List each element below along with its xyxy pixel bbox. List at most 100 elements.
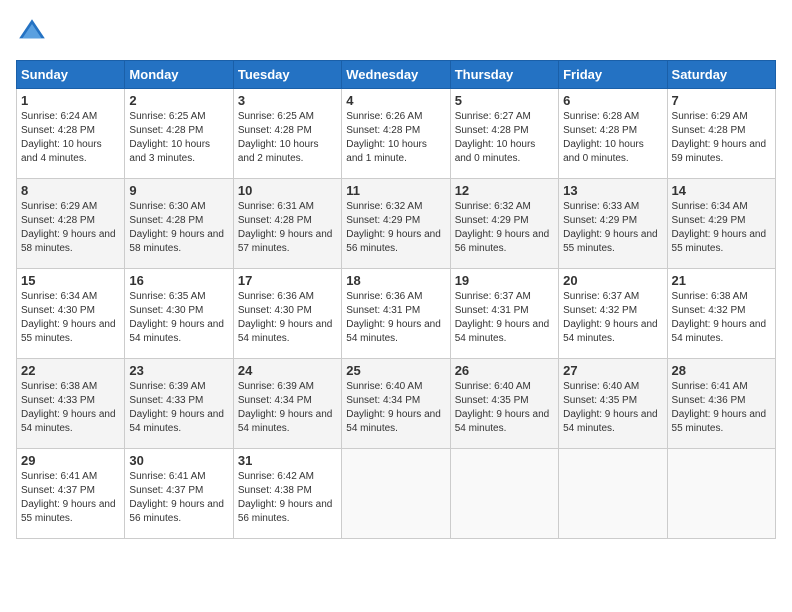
calendar-cell: 8 Sunrise: 6:29 AMSunset: 4:28 PMDayligh… — [17, 179, 125, 269]
calendar-cell: 15 Sunrise: 6:34 AMSunset: 4:30 PMDaylig… — [17, 269, 125, 359]
calendar-week-row: 8 Sunrise: 6:29 AMSunset: 4:28 PMDayligh… — [17, 179, 776, 269]
day-number: 15 — [21, 273, 120, 288]
cell-info: Sunrise: 6:39 AMSunset: 4:34 PMDaylight:… — [238, 381, 333, 434]
cell-info: Sunrise: 6:36 AMSunset: 4:31 PMDaylight:… — [346, 291, 441, 344]
day-number: 22 — [21, 363, 120, 378]
day-number: 16 — [129, 273, 228, 288]
day-number: 29 — [21, 453, 120, 468]
calendar-cell: 29 Sunrise: 6:41 AMSunset: 4:37 PMDaylig… — [17, 449, 125, 539]
calendar-header-tuesday: Tuesday — [233, 61, 341, 89]
calendar-cell: 2 Sunrise: 6:25 AMSunset: 4:28 PMDayligh… — [125, 89, 233, 179]
calendar-cell: 19 Sunrise: 6:37 AMSunset: 4:31 PMDaylig… — [450, 269, 558, 359]
cell-info: Sunrise: 6:40 AMSunset: 4:35 PMDaylight:… — [563, 381, 658, 434]
calendar-week-row: 22 Sunrise: 6:38 AMSunset: 4:33 PMDaylig… — [17, 359, 776, 449]
calendar-cell: 20 Sunrise: 6:37 AMSunset: 4:32 PMDaylig… — [559, 269, 667, 359]
calendar-header-friday: Friday — [559, 61, 667, 89]
cell-info: Sunrise: 6:25 AMSunset: 4:28 PMDaylight:… — [129, 111, 210, 164]
calendar-cell: 17 Sunrise: 6:36 AMSunset: 4:30 PMDaylig… — [233, 269, 341, 359]
calendar-week-row: 15 Sunrise: 6:34 AMSunset: 4:30 PMDaylig… — [17, 269, 776, 359]
cell-info: Sunrise: 6:26 AMSunset: 4:28 PMDaylight:… — [346, 111, 427, 164]
cell-info: Sunrise: 6:40 AMSunset: 4:35 PMDaylight:… — [455, 381, 550, 434]
day-number: 23 — [129, 363, 228, 378]
calendar-cell: 3 Sunrise: 6:25 AMSunset: 4:28 PMDayligh… — [233, 89, 341, 179]
day-number: 24 — [238, 363, 337, 378]
calendar-cell — [559, 449, 667, 539]
day-number: 2 — [129, 93, 228, 108]
day-number: 4 — [346, 93, 445, 108]
calendar-cell: 21 Sunrise: 6:38 AMSunset: 4:32 PMDaylig… — [667, 269, 775, 359]
cell-info: Sunrise: 6:36 AMSunset: 4:30 PMDaylight:… — [238, 291, 333, 344]
cell-info: Sunrise: 6:41 AMSunset: 4:37 PMDaylight:… — [21, 471, 116, 524]
cell-info: Sunrise: 6:24 AMSunset: 4:28 PMDaylight:… — [21, 111, 102, 164]
cell-info: Sunrise: 6:28 AMSunset: 4:28 PMDaylight:… — [563, 111, 644, 164]
calendar-header-row: SundayMondayTuesdayWednesdayThursdayFrid… — [17, 61, 776, 89]
cell-info: Sunrise: 6:35 AMSunset: 4:30 PMDaylight:… — [129, 291, 224, 344]
calendar-header-saturday: Saturday — [667, 61, 775, 89]
cell-info: Sunrise: 6:30 AMSunset: 4:28 PMDaylight:… — [129, 201, 224, 254]
calendar-cell: 24 Sunrise: 6:39 AMSunset: 4:34 PMDaylig… — [233, 359, 341, 449]
cell-info: Sunrise: 6:37 AMSunset: 4:31 PMDaylight:… — [455, 291, 550, 344]
day-number: 26 — [455, 363, 554, 378]
day-number: 21 — [672, 273, 771, 288]
calendar-cell: 5 Sunrise: 6:27 AMSunset: 4:28 PMDayligh… — [450, 89, 558, 179]
cell-info: Sunrise: 6:42 AMSunset: 4:38 PMDaylight:… — [238, 471, 333, 524]
day-number: 5 — [455, 93, 554, 108]
day-number: 18 — [346, 273, 445, 288]
calendar-cell: 22 Sunrise: 6:38 AMSunset: 4:33 PMDaylig… — [17, 359, 125, 449]
logo — [16, 16, 52, 48]
calendar-cell: 14 Sunrise: 6:34 AMSunset: 4:29 PMDaylig… — [667, 179, 775, 269]
calendar-cell — [450, 449, 558, 539]
day-number: 30 — [129, 453, 228, 468]
cell-info: Sunrise: 6:33 AMSunset: 4:29 PMDaylight:… — [563, 201, 658, 254]
calendar-cell: 16 Sunrise: 6:35 AMSunset: 4:30 PMDaylig… — [125, 269, 233, 359]
calendar-header-thursday: Thursday — [450, 61, 558, 89]
cell-info: Sunrise: 6:40 AMSunset: 4:34 PMDaylight:… — [346, 381, 441, 434]
logo-icon — [16, 16, 48, 48]
calendar-header-sunday: Sunday — [17, 61, 125, 89]
calendar-cell: 27 Sunrise: 6:40 AMSunset: 4:35 PMDaylig… — [559, 359, 667, 449]
cell-info: Sunrise: 6:32 AMSunset: 4:29 PMDaylight:… — [346, 201, 441, 254]
cell-info: Sunrise: 6:34 AMSunset: 4:30 PMDaylight:… — [21, 291, 116, 344]
calendar-cell: 13 Sunrise: 6:33 AMSunset: 4:29 PMDaylig… — [559, 179, 667, 269]
calendar-week-row: 29 Sunrise: 6:41 AMSunset: 4:37 PMDaylig… — [17, 449, 776, 539]
day-number: 6 — [563, 93, 662, 108]
cell-info: Sunrise: 6:41 AMSunset: 4:36 PMDaylight:… — [672, 381, 767, 434]
cell-info: Sunrise: 6:29 AMSunset: 4:28 PMDaylight:… — [21, 201, 116, 254]
day-number: 10 — [238, 183, 337, 198]
day-number: 28 — [672, 363, 771, 378]
calendar-cell: 4 Sunrise: 6:26 AMSunset: 4:28 PMDayligh… — [342, 89, 450, 179]
cell-info: Sunrise: 6:38 AMSunset: 4:32 PMDaylight:… — [672, 291, 767, 344]
cell-info: Sunrise: 6:29 AMSunset: 4:28 PMDaylight:… — [672, 111, 767, 164]
calendar-cell: 7 Sunrise: 6:29 AMSunset: 4:28 PMDayligh… — [667, 89, 775, 179]
day-number: 7 — [672, 93, 771, 108]
day-number: 19 — [455, 273, 554, 288]
calendar-cell: 12 Sunrise: 6:32 AMSunset: 4:29 PMDaylig… — [450, 179, 558, 269]
day-number: 1 — [21, 93, 120, 108]
page-header — [16, 16, 776, 48]
calendar-cell — [342, 449, 450, 539]
day-number: 12 — [455, 183, 554, 198]
calendar-cell: 25 Sunrise: 6:40 AMSunset: 4:34 PMDaylig… — [342, 359, 450, 449]
cell-info: Sunrise: 6:25 AMSunset: 4:28 PMDaylight:… — [238, 111, 319, 164]
day-number: 8 — [21, 183, 120, 198]
cell-info: Sunrise: 6:37 AMSunset: 4:32 PMDaylight:… — [563, 291, 658, 344]
cell-info: Sunrise: 6:34 AMSunset: 4:29 PMDaylight:… — [672, 201, 767, 254]
cell-info: Sunrise: 6:27 AMSunset: 4:28 PMDaylight:… — [455, 111, 536, 164]
cell-info: Sunrise: 6:32 AMSunset: 4:29 PMDaylight:… — [455, 201, 550, 254]
day-number: 27 — [563, 363, 662, 378]
calendar-header-wednesday: Wednesday — [342, 61, 450, 89]
calendar-cell: 23 Sunrise: 6:39 AMSunset: 4:33 PMDaylig… — [125, 359, 233, 449]
day-number: 11 — [346, 183, 445, 198]
calendar-cell — [667, 449, 775, 539]
calendar-table: SundayMondayTuesdayWednesdayThursdayFrid… — [16, 60, 776, 539]
calendar-cell: 30 Sunrise: 6:41 AMSunset: 4:37 PMDaylig… — [125, 449, 233, 539]
calendar-cell: 6 Sunrise: 6:28 AMSunset: 4:28 PMDayligh… — [559, 89, 667, 179]
day-number: 25 — [346, 363, 445, 378]
day-number: 3 — [238, 93, 337, 108]
cell-info: Sunrise: 6:41 AMSunset: 4:37 PMDaylight:… — [129, 471, 224, 524]
calendar-header-monday: Monday — [125, 61, 233, 89]
calendar-cell: 31 Sunrise: 6:42 AMSunset: 4:38 PMDaylig… — [233, 449, 341, 539]
calendar-cell: 10 Sunrise: 6:31 AMSunset: 4:28 PMDaylig… — [233, 179, 341, 269]
calendar-cell: 1 Sunrise: 6:24 AMSunset: 4:28 PMDayligh… — [17, 89, 125, 179]
day-number: 9 — [129, 183, 228, 198]
